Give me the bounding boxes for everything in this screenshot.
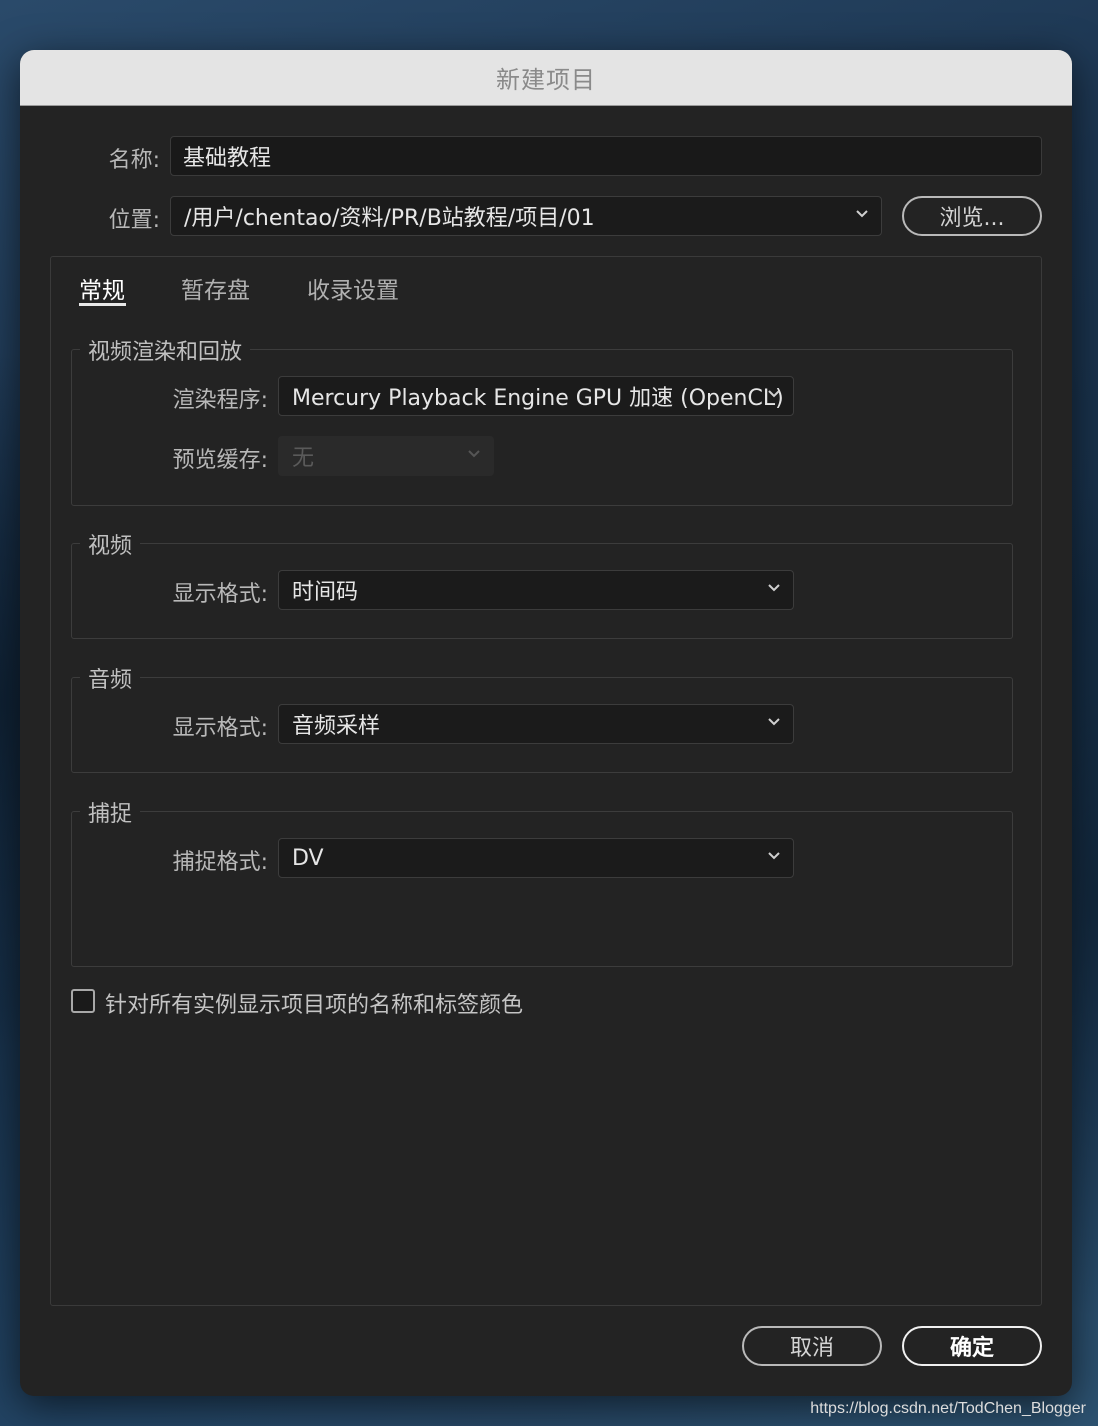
renderer-label: 渲染程序:	[172, 388, 268, 413]
preview-cache-select: 无	[278, 436, 494, 476]
chevron-down-icon	[467, 446, 481, 460]
preview-cache-label: 预览缓存:	[172, 448, 268, 473]
tab-scratch-disks[interactable]: 暂存盘	[181, 271, 250, 305]
new-project-dialog: 新建项目 名称: 基础教程 位置: /用户/chentao/资料/PR/B站教程…	[20, 50, 1072, 1396]
project-name-value: 基础教程	[183, 146, 272, 171]
ok-button[interactable]: 确定	[902, 1326, 1042, 1366]
preview-cache-value: 无	[292, 446, 315, 471]
chevron-down-icon	[767, 714, 781, 728]
settings-panel: 常规 暂存盘 收录设置 视频渲染和回放 渲染程序: Mercury Playba…	[50, 256, 1042, 1306]
ok-label: 确定	[949, 1336, 994, 1361]
video-rendering-group: 视频渲染和回放 渲染程序: Mercury Playback Engine GP…	[71, 334, 1013, 506]
video-display-format-select[interactable]: 时间码	[278, 570, 794, 610]
show-names-labels-checkbox[interactable]	[71, 989, 95, 1013]
video-rendering-title: 视频渲染和回放	[80, 334, 251, 366]
watermark-text: https://blog.csdn.net/TodChen_Blogger	[810, 1400, 1086, 1417]
tab-active-indicator	[79, 303, 126, 306]
capture-title: 捕捉	[80, 796, 141, 828]
browse-label: 浏览...	[939, 206, 1005, 231]
video-display-format-value: 时间码	[292, 580, 359, 605]
tab-ingest-settings[interactable]: 收录设置	[307, 271, 399, 305]
capture-format-select[interactable]: DV	[278, 838, 794, 878]
tab-general[interactable]: 常规	[79, 271, 125, 305]
location-value: /用户/chentao/资料/PR/B站教程/项目/01	[184, 206, 595, 231]
cancel-button[interactable]: 取消	[742, 1326, 882, 1366]
location-label: 位置:	[108, 208, 160, 233]
video-title: 视频	[80, 528, 141, 560]
chevron-down-icon	[855, 206, 869, 220]
capture-format-label: 捕捉格式:	[172, 850, 268, 875]
video-group: 视频 显示格式: 时间码	[71, 528, 1013, 639]
cancel-label: 取消	[789, 1336, 834, 1361]
name-label: 名称:	[108, 148, 160, 173]
audio-display-format-select[interactable]: 音频采样	[278, 704, 794, 744]
renderer-select[interactable]: Mercury Playback Engine GPU 加速 (OpenCL)	[278, 376, 794, 416]
capture-format-value: DV	[292, 845, 324, 871]
audio-display-format-label: 显示格式:	[172, 716, 268, 741]
chevron-down-icon	[767, 580, 781, 594]
chevron-down-icon	[767, 386, 781, 400]
chevron-down-icon	[767, 848, 781, 862]
capture-group: 捕捉 捕捉格式: DV	[71, 796, 1013, 967]
window-title: 新建项目	[496, 66, 596, 94]
video-display-format-label: 显示格式:	[172, 582, 268, 607]
show-names-labels-label[interactable]: 针对所有实例显示项目项的名称和标签颜色	[105, 987, 523, 1019]
audio-title: 音频	[80, 662, 141, 694]
title-bar[interactable]: 新建项目	[20, 50, 1072, 106]
renderer-value: Mercury Playback Engine GPU 加速 (OpenCL)	[292, 386, 784, 411]
audio-group: 音频 显示格式: 音频采样	[71, 662, 1013, 773]
browse-button[interactable]: 浏览...	[902, 196, 1042, 236]
project-name-input[interactable]: 基础教程	[170, 136, 1042, 176]
location-select[interactable]: /用户/chentao/资料/PR/B站教程/项目/01	[170, 196, 882, 236]
audio-display-format-value: 音频采样	[292, 714, 381, 739]
